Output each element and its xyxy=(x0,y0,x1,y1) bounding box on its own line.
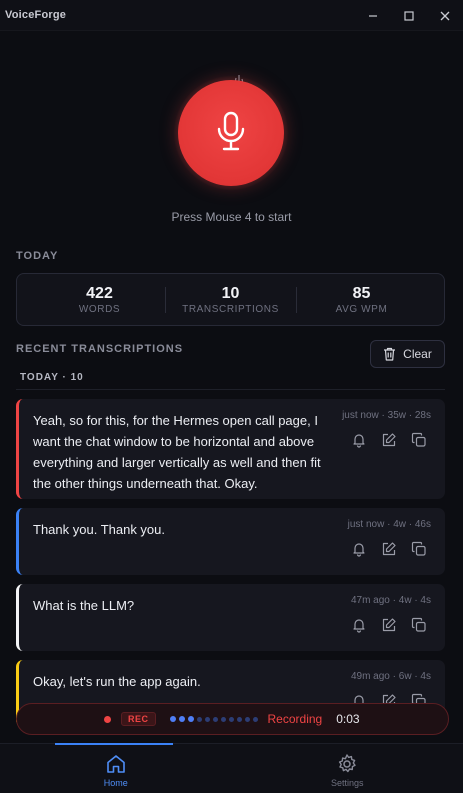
edit-icon[interactable] xyxy=(381,541,397,557)
divider xyxy=(16,389,445,390)
close-button[interactable] xyxy=(427,0,463,31)
level-dot xyxy=(169,716,176,722)
microphone-icon xyxy=(217,111,245,151)
card-actions xyxy=(351,617,427,633)
transcription-text: Yeah, so for this, for the Hermes open c… xyxy=(33,413,321,491)
clear-label: Clear xyxy=(403,347,432,361)
edit-icon[interactable] xyxy=(381,617,397,633)
level-dot xyxy=(212,716,218,722)
copy-icon[interactable] xyxy=(411,617,427,633)
card-actions xyxy=(351,541,427,557)
level-dot xyxy=(244,716,250,722)
level-dot xyxy=(204,716,210,722)
recording-bar[interactable]: REC Recording 0:03 xyxy=(16,703,449,735)
transcription-meta: 49m ago · 6w · 4s xyxy=(350,671,431,682)
nav-home-label: Home xyxy=(103,778,128,788)
close-icon xyxy=(440,11,450,20)
transcription-card[interactable]: What is the LLM? 47m ago · 4w · 4s xyxy=(16,584,445,651)
stat-transcriptions: 10 TRANSCRIPTIONS xyxy=(166,285,296,315)
bottom-nav: Home Settings xyxy=(0,743,463,793)
group-label: TODAY · 10 xyxy=(20,372,84,383)
recording-status: Recording xyxy=(267,712,323,726)
stat-value: 85 xyxy=(352,284,371,302)
clear-button[interactable]: Clear xyxy=(370,340,445,368)
today-label: TODAY xyxy=(16,250,59,262)
home-icon xyxy=(106,755,125,773)
transcription-card[interactable]: Thank you. Thank you. just now · 4w · 46… xyxy=(16,508,445,575)
transcription-meta: just now · 35w · 28s xyxy=(342,410,431,421)
card-actions xyxy=(351,432,427,448)
stat-label: TRANSCRIPTIONS xyxy=(182,303,279,315)
recording-dot xyxy=(104,715,111,723)
stats-card: 422 WORDS 10 TRANSCRIPTIONS 85 AVG WPM xyxy=(16,273,445,326)
stat-label: WORDS xyxy=(78,303,121,315)
transcription-meta: just now · 4w · 46s xyxy=(347,519,431,530)
level-dot xyxy=(220,716,226,722)
stat-words: 422 WORDS xyxy=(35,285,165,315)
bell-icon[interactable] xyxy=(351,541,367,557)
bell-icon[interactable] xyxy=(351,432,367,448)
level-dot xyxy=(196,716,202,722)
app-title: VoiceForge xyxy=(5,9,67,21)
stat-value: 10 xyxy=(221,284,240,302)
level-dot xyxy=(187,716,194,722)
minimize-icon xyxy=(369,14,377,17)
bell-icon[interactable] xyxy=(351,617,367,633)
level-dot xyxy=(236,716,242,722)
stat-value: 422 xyxy=(86,284,113,302)
stat-avg-wpm: 85 AVG WPM xyxy=(297,285,427,315)
record-hint: Press Mouse 4 to start xyxy=(171,210,292,224)
transcription-text: What is the LLM? xyxy=(33,598,135,613)
window-controls xyxy=(355,0,463,30)
rec-badge: REC xyxy=(121,712,156,726)
record-control xyxy=(174,75,288,190)
transcription-meta: 47m ago · 4w · 4s xyxy=(350,595,431,606)
recent-label: RECENT TRANSCRIPTIONS xyxy=(16,343,184,355)
edit-icon[interactable] xyxy=(381,432,397,448)
title-bar: VoiceForge xyxy=(0,0,463,31)
trash-icon xyxy=(384,347,396,361)
level-dot xyxy=(178,716,185,722)
nav-home[interactable]: Home xyxy=(0,744,232,793)
maximize-button[interactable] xyxy=(391,0,427,31)
transcription-text: Okay, let's run the app again. xyxy=(33,674,201,689)
stat-label: AVG WPM xyxy=(335,303,388,315)
copy-icon[interactable] xyxy=(411,541,427,557)
recording-timer: 0:03 xyxy=(336,712,360,726)
gear-icon xyxy=(339,754,356,773)
level-dot xyxy=(228,716,234,722)
nav-settings-label: Settings xyxy=(330,778,364,788)
transcription-text: Thank you. Thank you. xyxy=(33,522,166,537)
audio-level-meter xyxy=(169,716,258,722)
transcription-card[interactable]: Yeah, so for this, for the Hermes open c… xyxy=(16,399,445,499)
maximize-icon xyxy=(404,10,414,21)
record-button[interactable] xyxy=(178,80,284,186)
nav-settings[interactable]: Settings xyxy=(232,744,463,793)
level-dot xyxy=(252,716,258,722)
copy-icon[interactable] xyxy=(411,432,427,448)
minimize-button[interactable] xyxy=(355,0,391,31)
